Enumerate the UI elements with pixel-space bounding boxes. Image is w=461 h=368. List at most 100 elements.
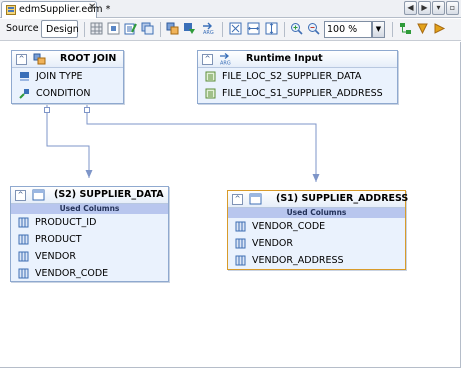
row-label: CONDITION [36,88,91,99]
column-icon [235,238,246,249]
column-icon [18,217,29,228]
maximize-icon[interactable]: ▫ [446,1,459,15]
design-tab[interactable]: Design [41,20,79,38]
join-icon[interactable] [166,22,179,35]
forward-arrow-icon[interactable]: ▶ [418,1,431,15]
supplier-data-node[interactable]: ^ (S2) SUPPLIER_DATA Used Columns PRODUC… [10,186,169,282]
collapse-toggle-icon[interactable]: ^ [232,194,243,205]
node-title: (S1) SUPPLIER_ADDRESS [276,193,409,204]
close-tab-icon[interactable]: ✕ [88,2,96,13]
used-columns-header: Used Columns [228,208,405,218]
join-type-icon [20,72,29,81]
node-header: ^ ROOT JOIN [12,51,123,68]
variable-icon [205,88,216,99]
editor-tab-bar: edmSupplier.edm * ✕ ◀ ▶ ▾ ▫ [0,0,461,18]
list-item[interactable]: CONDITION [12,85,123,102]
row-label: VENDOR_CODE [35,268,109,279]
design-tab-label: Design [46,24,79,35]
toolbar-separator [84,22,85,37]
expand-vertical-icon[interactable] [265,22,278,35]
edm-file-icon [6,5,16,15]
runtime-input-node[interactable]: ^ ARG Runtime Input FILE_LOC_S2_SUPPLIER… [197,50,398,104]
table-icon [32,189,45,201]
column-icon [18,234,29,245]
table-row[interactable]: VENDOR [11,248,168,265]
node-header: ^ ARG Runtime Input [198,51,397,68]
row-label: JOIN TYPE [36,71,83,82]
hierarchy-icon[interactable] [399,22,412,35]
editor-toolbar: Source Design ARG 100 % ▼ [0,19,461,41]
expand-all-icon[interactable] [229,22,242,35]
root-join-to-supplier-address-connector [86,104,317,182]
anchor-handle-icon [84,107,90,113]
node-title: ROOT JOIN [60,53,117,64]
column-icon [18,268,29,279]
column-icon [235,221,246,232]
condition-icon [19,89,29,99]
arrow-right-icon[interactable] [433,22,446,35]
row-label: VENDOR [252,238,294,249]
list-item[interactable]: FILE_LOC_S2_SUPPLIER_DATA [198,68,397,85]
node-title: (S2) SUPPLIER_DATA [54,189,164,200]
back-arrow-icon[interactable]: ◀ [404,1,417,15]
table-row[interactable]: VENDOR_CODE [228,218,405,235]
column-icon [18,251,29,262]
grid-icon[interactable] [90,22,103,35]
table-row[interactable]: VENDOR_CODE [11,265,168,282]
svg-text:ARG: ARG [220,61,231,66]
fit-icon[interactable] [107,22,120,35]
column-icon [235,255,246,266]
table-row[interactable]: PRODUCT [11,231,168,248]
zoom-out-icon[interactable] [307,22,320,35]
arrow-head-icon [85,170,93,178]
runtime-args-icon[interactable]: ARG [202,22,215,35]
table-row[interactable]: PRODUCT_ID [11,214,168,231]
svg-text:ARG: ARG [203,30,214,35]
runtime-args-icon: ARG [220,53,231,66]
arrow-head-icon [312,174,320,182]
row-label: FILE_LOC_S1_SUPPLIER_ADDRESS [222,88,383,99]
toolbar-separator [392,22,393,37]
node-title: Runtime Input [246,53,323,64]
supplier-address-node[interactable]: ^ (S1) SUPPLIER_ADDRESS Used Columns VEN… [227,190,409,270]
node-header: ^ (S1) SUPPLIER_ADDRESS [228,191,409,208]
root-join-node[interactable]: ^ ROOT JOIN JOIN TYPE CONDITION [11,50,124,104]
variable-icon [205,71,216,82]
zoom-in-icon[interactable] [290,22,303,35]
add-table-icon[interactable] [141,22,154,35]
node-header: ^ (S2) SUPPLIER_DATA [11,187,168,204]
toolbar-separator [160,22,161,37]
list-item[interactable]: JOIN TYPE [12,68,123,85]
toolbar-separator [222,22,223,37]
design-canvas[interactable]: ^ ROOT JOIN JOIN TYPE CONDITION ^ ARG Ru… [0,42,461,368]
root-join-to-supplier-data-connector [46,104,90,178]
tab-edmsupplier[interactable]: edmSupplier.edm * ✕ [1,1,110,18]
table-icon [249,193,262,205]
filter-icon[interactable] [183,22,196,35]
view-menu-icon[interactable]: ▾ [432,1,445,15]
tab-label: edmSupplier.edm * [19,4,111,15]
edit-table-icon[interactable] [124,22,137,35]
row-label: VENDOR_ADDRESS [252,255,344,266]
zoom-level-field[interactable]: 100 % [324,21,372,38]
expand-horizontal-icon[interactable] [247,22,260,35]
source-tab[interactable]: Source [6,23,39,34]
table-row[interactable]: VENDOR_ADDRESS [228,252,405,269]
anchor-handle-icon [44,107,50,113]
join-icon [33,53,46,65]
collapse-toggle-icon[interactable]: ^ [15,190,26,201]
collapse-toggle-icon[interactable]: ^ [202,54,213,65]
list-item[interactable]: FILE_LOC_S1_SUPPLIER_ADDRESS [198,85,397,102]
view-controls: ◀ ▶ ▾ ▫ [404,1,459,17]
table-row[interactable]: VENDOR [228,235,405,252]
arrow-down-icon[interactable] [416,22,429,35]
row-label: VENDOR_CODE [252,221,326,232]
toolbar-separator [284,22,285,37]
zoom-level-value: 100 % [327,24,358,35]
row-label: VENDOR [35,251,77,262]
collapse-toggle-icon[interactable]: ^ [16,54,27,65]
chevron-down-icon[interactable]: ▼ [372,21,385,38]
row-label: PRODUCT_ID [35,217,97,228]
row-label: FILE_LOC_S2_SUPPLIER_DATA [222,71,362,82]
row-label: PRODUCT [35,234,82,245]
